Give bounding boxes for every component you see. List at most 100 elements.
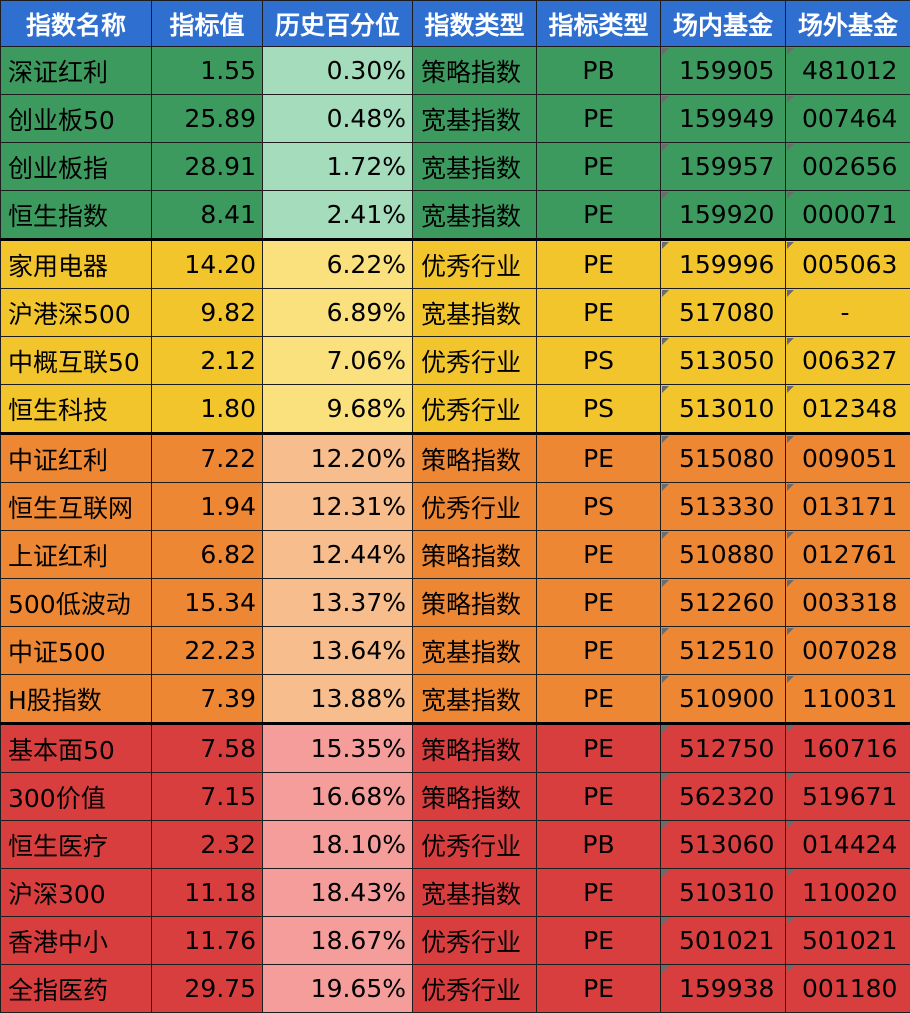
cell-historical-percentile: 15.35% <box>263 724 413 773</box>
cell-onsite-fund: 513330 <box>661 483 786 531</box>
header-historical-percentile: 历史百分位 <box>263 1 413 47</box>
cell-historical-percentile: 2.41% <box>263 191 413 240</box>
cell-index-type: 优秀行业 <box>413 917 537 965</box>
cell-metric-value: 2.12 <box>152 337 263 385</box>
table-row: 上证红利6.8212.44%策略指数PE510880012761 <box>1 531 910 579</box>
cell-metric-type: PE <box>537 917 661 965</box>
cell-index-name: 家用电器 <box>1 240 152 289</box>
cell-historical-percentile: 12.31% <box>263 483 413 531</box>
header-row: 指数名称 指标值 历史百分位 指数类型 指标类型 场内基金 场外基金 <box>1 1 910 47</box>
header-onsite-fund: 场内基金 <box>661 1 786 47</box>
cell-onsite-fund: 513050 <box>661 337 786 385</box>
cell-onsite-fund: 159996 <box>661 240 786 289</box>
cell-historical-percentile: 6.89% <box>263 289 413 337</box>
cell-metric-type: PE <box>537 965 661 1013</box>
cell-historical-percentile: 13.64% <box>263 627 413 675</box>
cell-historical-percentile: 16.68% <box>263 773 413 821</box>
table-row: 家用电器14.206.22%优秀行业PE159996005063 <box>1 240 910 289</box>
cell-metric-type: PE <box>537 240 661 289</box>
cell-metric-value: 7.39 <box>152 675 263 724</box>
cell-index-name: H股指数 <box>1 675 152 724</box>
table-row: 全指医药29.7519.65%优秀行业PE159938001180 <box>1 965 910 1013</box>
cell-index-name: 香港中小 <box>1 917 152 965</box>
cell-onsite-fund: 159949 <box>661 95 786 143</box>
cell-historical-percentile: 0.30% <box>263 47 413 95</box>
cell-onsite-fund: 515080 <box>661 434 786 483</box>
cell-metric-value: 7.58 <box>152 724 263 773</box>
cell-index-type: 宽基指数 <box>413 869 537 917</box>
cell-onsite-fund: 513010 <box>661 385 786 434</box>
cell-index-type: 策略指数 <box>413 579 537 627</box>
table-row: 中证红利7.2212.20%策略指数PE515080009051 <box>1 434 910 483</box>
header-index-name: 指数名称 <box>1 1 152 47</box>
cell-index-type: 优秀行业 <box>413 337 537 385</box>
cell-offsite-fund: 013171 <box>786 483 910 531</box>
table-row: 创业板指28.911.72%宽基指数PE159957002656 <box>1 143 910 191</box>
cell-offsite-fund: 519671 <box>786 773 910 821</box>
cell-index-type: 宽基指数 <box>413 675 537 724</box>
cell-onsite-fund: 501021 <box>661 917 786 965</box>
cell-onsite-fund: 562320 <box>661 773 786 821</box>
cell-index-name: 恒生科技 <box>1 385 152 434</box>
cell-onsite-fund: 159920 <box>661 191 786 240</box>
cell-metric-value: 15.34 <box>152 579 263 627</box>
table-row: 恒生医疗2.3218.10%优秀行业PB513060014424 <box>1 821 910 869</box>
cell-offsite-fund: - <box>786 289 910 337</box>
cell-index-name: 500低波动 <box>1 579 152 627</box>
cell-metric-value: 1.94 <box>152 483 263 531</box>
cell-index-type: 优秀行业 <box>413 240 537 289</box>
cell-offsite-fund: 001180 <box>786 965 910 1013</box>
cell-historical-percentile: 19.65% <box>263 965 413 1013</box>
cell-index-type: 优秀行业 <box>413 965 537 1013</box>
cell-index-name: 恒生指数 <box>1 191 152 240</box>
cell-metric-type: PE <box>537 869 661 917</box>
cell-metric-value: 25.89 <box>152 95 263 143</box>
cell-offsite-fund: 005063 <box>786 240 910 289</box>
cell-index-type: 优秀行业 <box>413 483 537 531</box>
cell-historical-percentile: 13.88% <box>263 675 413 724</box>
table-row: 深证红利1.550.30%策略指数PB159905481012 <box>1 47 910 95</box>
cell-index-type: 策略指数 <box>413 773 537 821</box>
cell-metric-type: PB <box>537 821 661 869</box>
index-valuation-table: 指数名称 指标值 历史百分位 指数类型 指标类型 场内基金 场外基金 深证红利1… <box>0 0 910 1013</box>
table-row: 香港中小11.7618.67%优秀行业PE501021501021 <box>1 917 910 965</box>
cell-onsite-fund: 159938 <box>661 965 786 1013</box>
table-row: 中概互联502.127.06%优秀行业PS513050006327 <box>1 337 910 385</box>
cell-offsite-fund: 000071 <box>786 191 910 240</box>
cell-metric-value: 1.80 <box>152 385 263 434</box>
cell-onsite-fund: 512750 <box>661 724 786 773</box>
cell-metric-value: 1.55 <box>152 47 263 95</box>
cell-offsite-fund: 003318 <box>786 579 910 627</box>
cell-onsite-fund: 510310 <box>661 869 786 917</box>
cell-metric-type: PE <box>537 724 661 773</box>
table-row: 沪港深5009.826.89%宽基指数PE517080- <box>1 289 910 337</box>
cell-offsite-fund: 014424 <box>786 821 910 869</box>
cell-onsite-fund: 517080 <box>661 289 786 337</box>
header-metric-type: 指标类型 <box>537 1 661 47</box>
cell-onsite-fund: 512510 <box>661 627 786 675</box>
cell-index-name: 300价值 <box>1 773 152 821</box>
cell-index-name: 创业板指 <box>1 143 152 191</box>
cell-metric-type: PE <box>537 773 661 821</box>
cell-metric-value: 11.18 <box>152 869 263 917</box>
cell-offsite-fund: 160716 <box>786 724 910 773</box>
cell-historical-percentile: 13.37% <box>263 579 413 627</box>
cell-index-name: 上证红利 <box>1 531 152 579</box>
table-row: 创业板5025.890.48%宽基指数PE159949007464 <box>1 95 910 143</box>
table-row: 恒生科技1.809.68%优秀行业PS513010012348 <box>1 385 910 434</box>
cell-historical-percentile: 9.68% <box>263 385 413 434</box>
table-row: 基本面507.5815.35%策略指数PE512750160716 <box>1 724 910 773</box>
cell-metric-value: 14.20 <box>152 240 263 289</box>
cell-metric-type: PE <box>537 191 661 240</box>
cell-index-type: 策略指数 <box>413 47 537 95</box>
cell-metric-value: 6.82 <box>152 531 263 579</box>
cell-historical-percentile: 1.72% <box>263 143 413 191</box>
cell-index-type: 优秀行业 <box>413 385 537 434</box>
table-row: 沪深30011.1818.43%宽基指数PE510310110020 <box>1 869 910 917</box>
table-row: H股指数7.3913.88%宽基指数PE510900110031 <box>1 675 910 724</box>
cell-metric-type: PE <box>537 675 661 724</box>
cell-offsite-fund: 002656 <box>786 143 910 191</box>
cell-index-name: 中证红利 <box>1 434 152 483</box>
cell-index-name: 中概互联50 <box>1 337 152 385</box>
cell-offsite-fund: 006327 <box>786 337 910 385</box>
